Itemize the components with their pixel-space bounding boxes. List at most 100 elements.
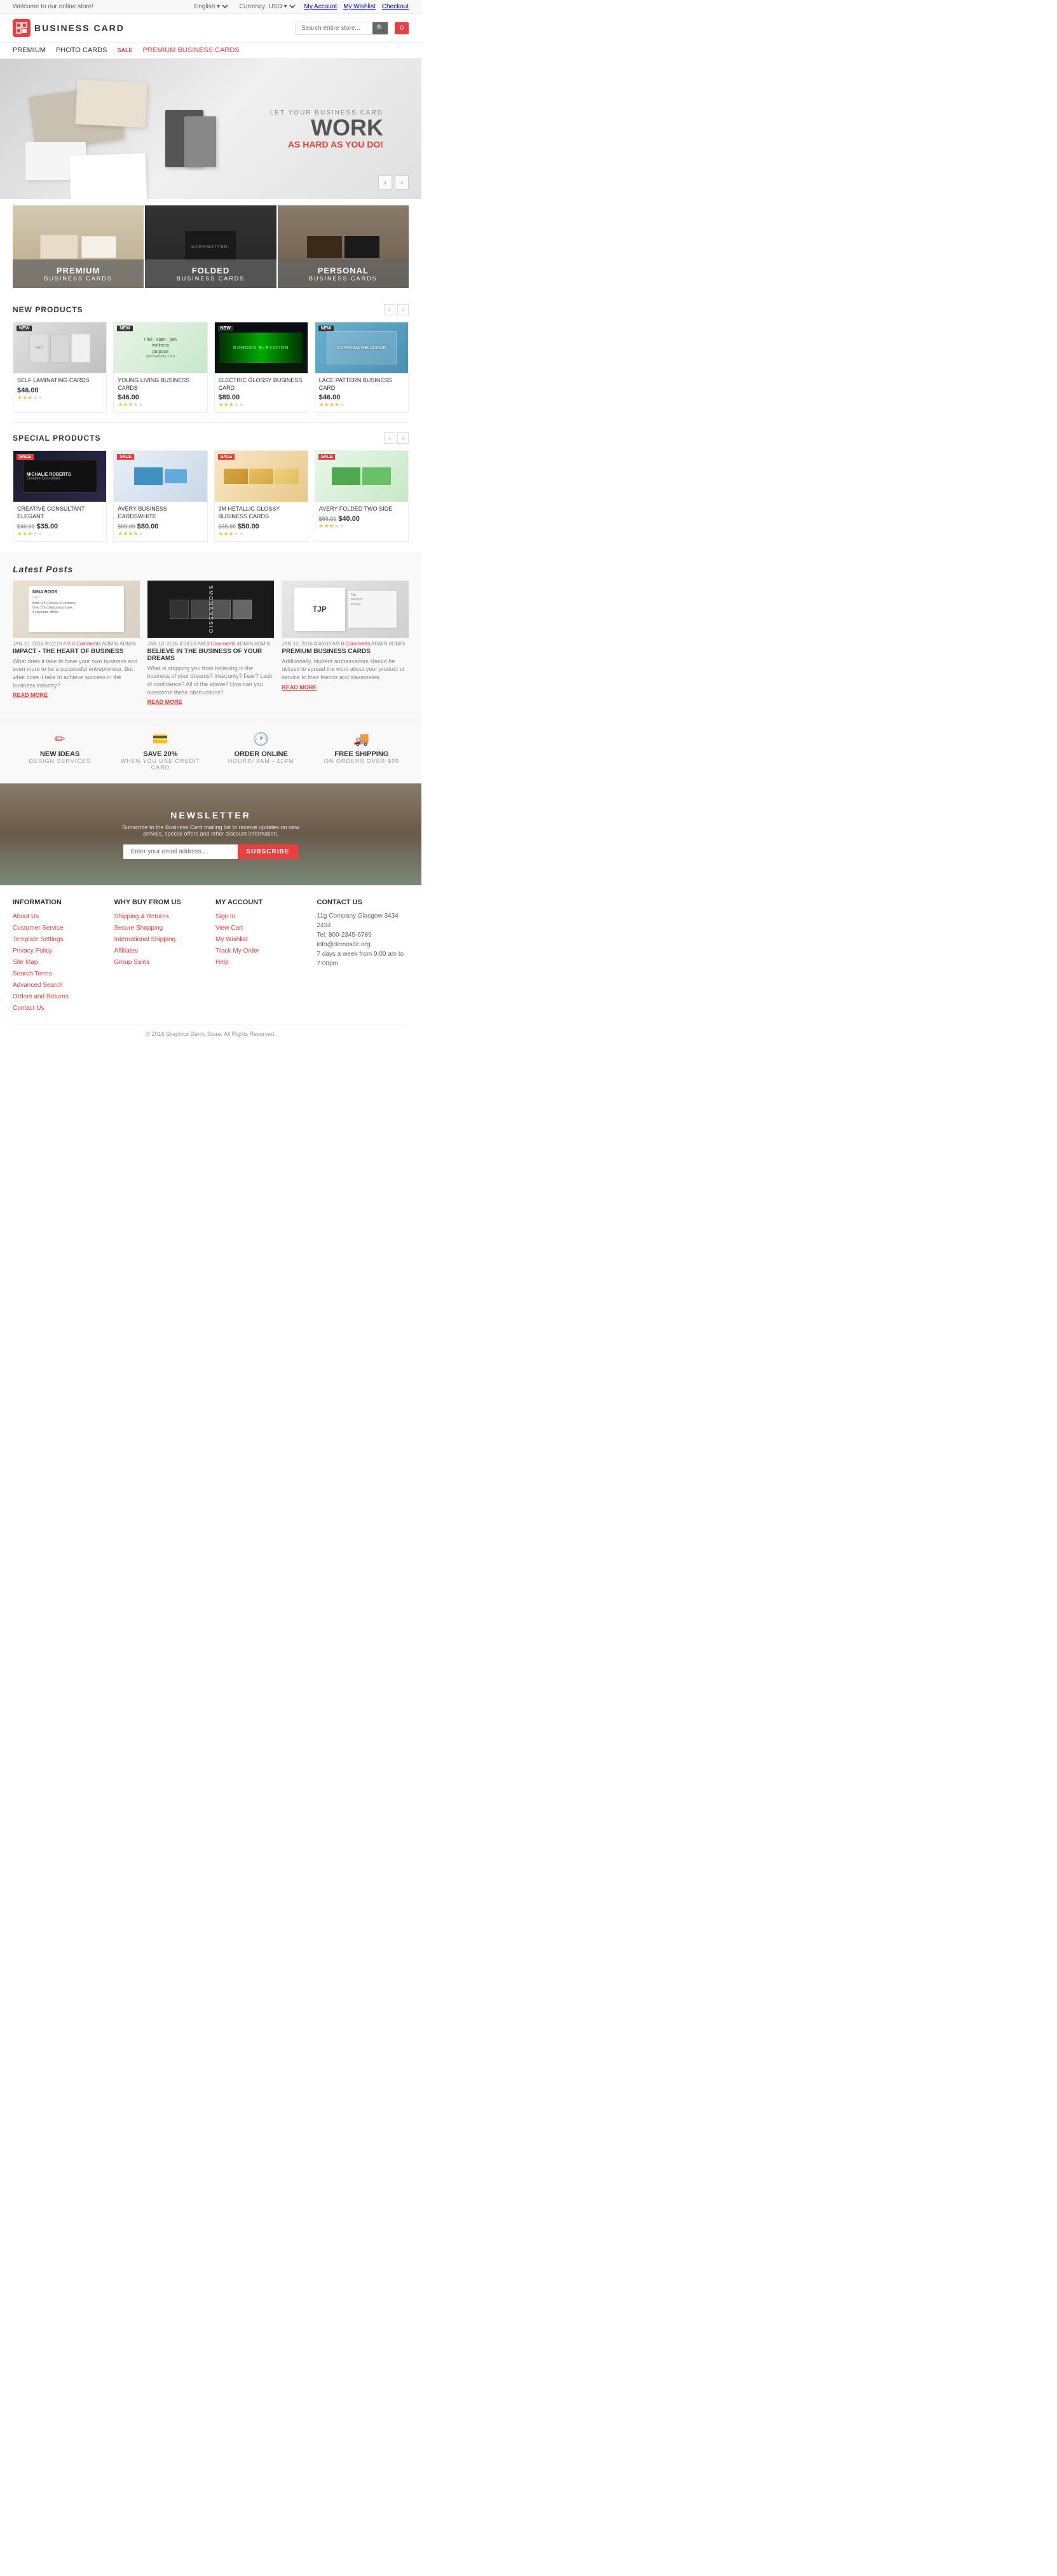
feature-shipping: 🚚 FREE SHIPPING ON ORDERS OVER $99 [315,731,409,771]
product-avery[interactable]: SALE AVERY BUSINESS CARDSWHITE $95.00$80… [113,450,207,541]
newsletter-title: NEWSLETTER [170,810,250,820]
header-right: 🔍 0 [296,22,409,35]
dec-card-2 [69,153,147,199]
search-button[interactable]: 🔍 [372,22,388,34]
footer-information-title: INFORMATION [13,899,105,906]
top-bar: Welcome to our online store! English ▾ C… [0,0,421,14]
product-3m-info: 3M HETALLIC GLOSSY BUSINESS CARDS $65.00… [215,502,308,541]
footer-link-privacy[interactable]: Privacy Policy [13,947,52,954]
footer-link-sitemap[interactable]: Site Map [13,959,38,966]
newsletter-subscribe-button[interactable]: SUBSCRIBE [238,844,299,859]
newsletter-email-input[interactable] [123,844,238,859]
product-3m[interactable]: SALE 3M HETALLIC GLOSSY BUSINESS CARDS $… [214,450,308,541]
hero-prev-arrow[interactable]: ‹ [378,176,392,189]
footer-link-intl-shipping[interactable]: International Shipping [114,936,176,943]
post-premium-title: PREMIUM BUSINESS CARDS [282,648,409,655]
footer-contact: CONTACT US 11g Company Glasgow 3434 2434… [317,899,409,1014]
special-products-prev[interactable]: ‹ [384,432,395,444]
footer-link-view-cart[interactable]: View Cart [215,925,243,932]
currency-select[interactable]: Currency: USD ▾ [236,3,297,11]
product-avery-fold-stars: ★★★★★ [319,523,404,530]
footer-link-group-sales[interactable]: Group Sales [114,959,150,966]
product-avery-fold[interactable]: SALE AVERY FOLDED TWO SIDE $50.00$40.00 … [315,450,409,541]
product-electric-img: NEW GORDON ELEVATION [215,322,308,373]
product-oils[interactable]: NEW I fell · calm · joinwellnesspurpose … [113,322,207,413]
footer-why-buy-links: Shipping & Returns Secure Shopping Inter… [114,911,207,966]
feature-new-ideas-title: NEW IDEAS [13,750,107,758]
product-avery-img: SALE [114,451,207,502]
post-impact-read-more[interactable]: READ MORE [13,692,140,698]
footer-link-orders-returns[interactable]: Orders and Returns [13,993,69,1000]
footer-link-customer-service[interactable]: Customer Service [13,925,63,932]
product-consultant-name: CREATIVE CONSULTANT ELEGANT [17,506,102,520]
product-avery-name: AVERY BUSINESS CARDSWHITE [118,506,203,520]
footer-link-help[interactable]: Help [215,959,229,966]
product-electric[interactable]: NEW GORDON ELEVATION ELECTRIC GLOSSY BUS… [214,322,308,413]
product-badge-new-4: NEW [318,326,334,331]
footer-link-advanced-search[interactable]: Advanced Search [13,982,63,989]
product-consultant[interactable]: SALE MICHAL/E ROBERTS Creative Consultan… [13,450,107,541]
product-avery-info: AVERY BUSINESS CARDSWHITE $95.00$80.00 ★… [114,502,207,541]
product-consultant-stars: ★★★★★ [17,530,102,537]
posts-grid: NINA ROOS CEO Bank 115 (Director of sect… [13,581,409,705]
product-3m-img: SALE [215,451,308,502]
footer-link-track-order[interactable]: Track My Order [215,947,259,954]
post-impact-title: IMPACT - THE HEART OF BUSINESS [13,648,140,655]
nav-sale-item[interactable]: PREMIUM BUSINESS CARDS [142,46,239,54]
product-lace[interactable]: NEW CATRIONA GELACOUR LACE PATTERN BUSIN… [315,322,409,413]
post-impact-excerpt: What does it take to have your own busin… [13,658,140,689]
logo-text: BUSINESS CARD [34,23,125,33]
category-personal[interactable]: PERSONAL BUSINESS CARDS [278,205,409,288]
hero-tagline: AS HARD AS YOU DO! [270,139,383,149]
top-bar-right: English ▾ Currency: USD ▾ My Account My … [191,3,409,11]
category-folded[interactable]: DARKMATTER. FOLDED BUSINESS CARDS [145,205,276,288]
special-products-section: SPECIAL PRODUCTS ‹ › SALE MICHAL/E ROBER… [0,423,421,551]
nav-photo-cards[interactable]: PHOTO CARDS [56,46,107,54]
checkout-link[interactable]: Checkout [382,3,409,10]
language-select[interactable]: English ▾ [191,3,230,11]
product-lace-img: NEW CATRIONA GELACOUR [315,322,408,373]
product-oils-info: YOUNG LIVING BUSINESS CARDS $46.00 ★★★★★ [114,373,207,412]
product-avery-fold-img: SALE [315,451,408,502]
hero-banner: LET YOUR BUSINESS CARD WORK AS HARD AS Y… [0,59,421,199]
footer-link-template-settings[interactable]: Template Settings [13,936,64,943]
footer-link-about[interactable]: About Us [13,913,39,920]
post-premium-excerpt: Additionally, student ambassadors should… [282,658,409,682]
hero-next-arrow[interactable]: › [395,176,409,189]
blog-section: Latest Posts NINA ROOS CEO Bank 115 (Dir… [0,551,421,718]
footer-link-search-terms[interactable]: Search Terms [13,970,52,977]
new-products-next[interactable]: › [397,304,409,315]
post-impact[interactable]: NINA ROOS CEO Bank 115 (Director of sect… [13,581,140,705]
footer-link-wishlist[interactable]: My Wishlist [215,936,248,943]
my-account-link[interactable]: My Account [304,3,337,10]
logo[interactable]: BUSINESS CARD [13,19,125,37]
footer-link-contact[interactable]: Contact Us [13,1005,44,1012]
my-wishlist-link[interactable]: My Wishlist [343,3,376,10]
new-products-prev[interactable]: ‹ [384,304,395,315]
nav-premium[interactable]: PREMIUM [13,46,46,54]
special-products-next[interactable]: › [397,432,409,444]
footer-link-affiliates[interactable]: Affiliates [114,947,139,954]
search-input[interactable] [296,22,372,34]
post-dreams-excerpt: What is stopping you from believing in t… [147,665,275,696]
post-dreams-meta: JAN 10, 2016 8:38:09 AM 0 Comments ADMIN… [147,641,275,647]
post-premium-read-more[interactable]: READ MORE [282,684,409,691]
post-premium-img: TJP TimJohnsonPartner [282,581,409,638]
category-personal-label: PERSONAL BUSINESS CARDS [278,259,409,288]
post-premium[interactable]: TJP TimJohnsonPartner JAN 10, 2016 8:48:… [282,581,409,705]
cart-button[interactable]: 0 [395,22,409,34]
footer-link-secure-shopping[interactable]: Secure Shopping [114,925,163,932]
product-badge-sale-4: SALE [318,454,336,460]
product-oils-name: YOUNG LIVING BUSINESS CARDS [118,377,203,392]
product-avery-price: $95.00$80.00 [118,523,203,530]
feature-order: 🕐 ORDER ONLINE HOURS: 8AM - 11PM [214,731,308,771]
category-premium[interactable]: PREMIUM BUSINESS CARDS [13,205,144,288]
product-self-lam[interactable]: NEW card SELF LAMINATING CARDS $46.00 ★★… [13,322,107,413]
blog-title: Latest Posts [13,564,73,574]
footer-information: INFORMATION About Us Customer Service Te… [13,899,105,1014]
footer-link-sign-in[interactable]: Sign In [215,913,235,920]
new-products-title: NEW PRODUCTS [13,305,83,314]
post-dreams[interactable]: S M O N Ä N S S I O JAN 10, 2016 8:38:09… [147,581,275,705]
post-dreams-read-more[interactable]: READ MORE [147,699,275,705]
footer-link-shipping-returns[interactable]: Shipping & Returns [114,913,169,920]
